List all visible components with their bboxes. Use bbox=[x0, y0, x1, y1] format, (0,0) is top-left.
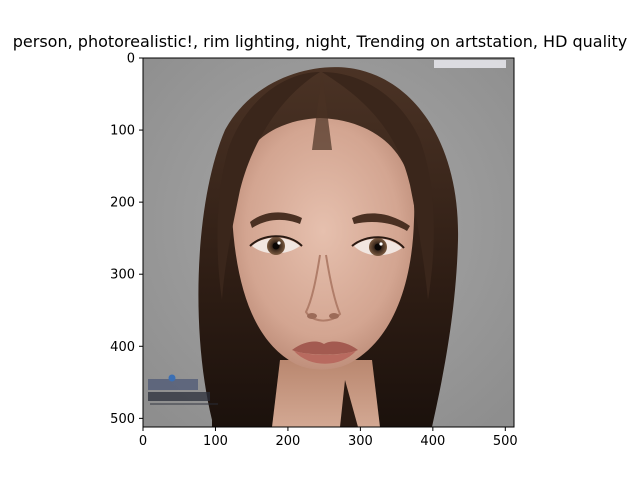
x-tick-label: 200 bbox=[276, 434, 301, 449]
left-nostril bbox=[307, 313, 317, 319]
x-axis: 0 100 200 300 400 500 bbox=[139, 427, 518, 449]
y-axis: 0 100 200 300 400 500 bbox=[110, 52, 143, 427]
figure: person, photorealistic!, rim lighting, n… bbox=[0, 0, 640, 480]
x-tick-label: 0 bbox=[139, 434, 147, 449]
y-tick-label: 100 bbox=[110, 124, 135, 139]
watermark-top-right bbox=[434, 60, 506, 68]
neck bbox=[272, 360, 380, 427]
x-tick-label: 400 bbox=[420, 434, 445, 449]
y-tick-label: 0 bbox=[127, 52, 135, 67]
y-tick-label: 400 bbox=[110, 340, 135, 355]
x-tick-label: 500 bbox=[493, 434, 518, 449]
x-tick-label: 300 bbox=[348, 434, 373, 449]
x-tick-label: 100 bbox=[203, 434, 228, 449]
y-tick-label: 500 bbox=[110, 412, 135, 427]
right-nostril bbox=[329, 313, 339, 319]
portrait-image bbox=[143, 58, 514, 427]
y-tick-label: 200 bbox=[110, 196, 135, 211]
y-tick-label: 300 bbox=[110, 268, 135, 283]
plot-canvas: 0 100 200 300 400 500 0 100 200 300 400 500 bbox=[110, 52, 518, 450]
